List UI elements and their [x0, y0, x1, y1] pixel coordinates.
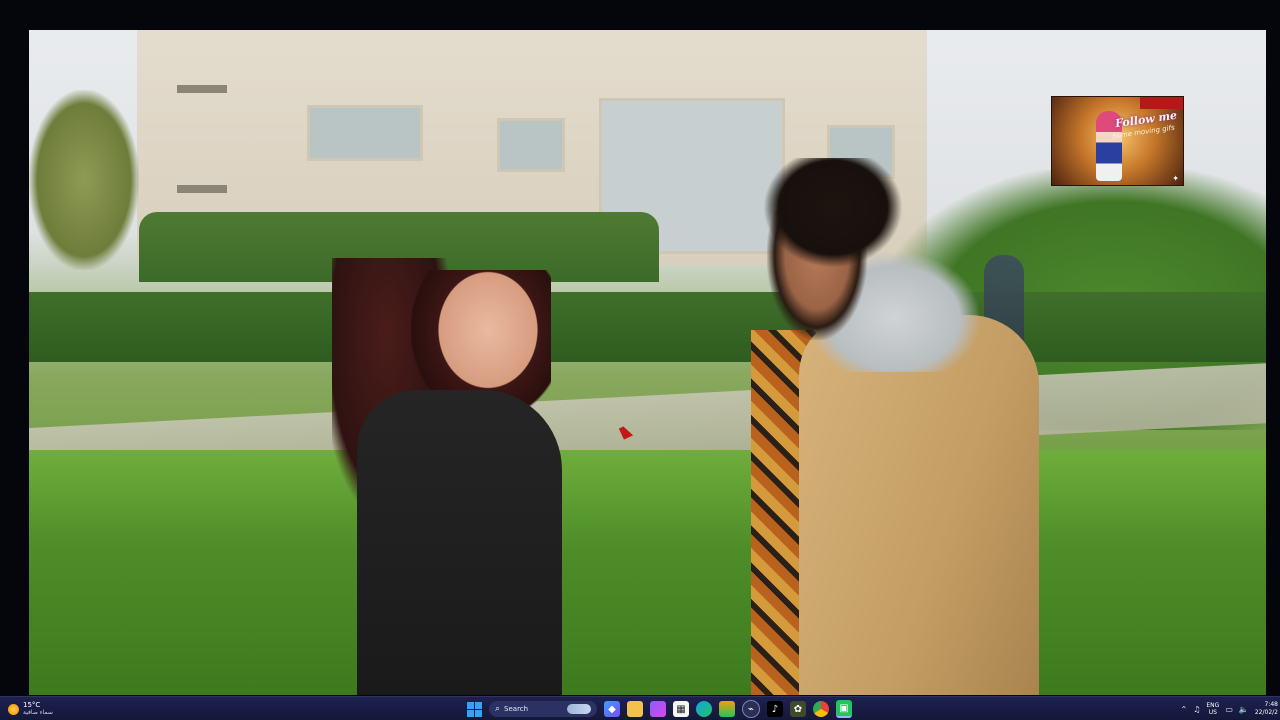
weather-condition: سماء صافية [23, 709, 53, 716]
layers-icon[interactable] [719, 701, 735, 717]
microphone-icon[interactable]: ♫ [1193, 705, 1200, 714]
purple-app-icon[interactable] [650, 701, 666, 717]
man-tan-jacket [799, 315, 1039, 695]
clock-date: 22/02/2 [1254, 709, 1278, 716]
language-indicator[interactable]: ENG US [1206, 702, 1219, 716]
chrome-icon[interactable] [813, 701, 829, 717]
search-highlight-icon [567, 704, 591, 714]
windows-logo-icon [466, 701, 482, 717]
taskbar: 15°C سماء صافية ⌕ Search ◆ ▦ ⌁ ♪ ✿ ▣ ⌃ ♫… [0, 696, 1280, 720]
search-box[interactable]: ⌕ Search [489, 701, 597, 717]
start-button[interactable] [466, 701, 482, 717]
clock-time: 7:48 [1264, 701, 1278, 708]
man-hair [763, 158, 903, 268]
network-icon[interactable]: ▭ [1225, 705, 1233, 714]
overlay-red-cap [1140, 97, 1183, 109]
tiktok-icon[interactable]: ♪ [767, 701, 783, 717]
edge-icon[interactable] [696, 701, 712, 717]
folder-icon[interactable] [627, 701, 643, 717]
tree-left [29, 90, 139, 270]
language-code: ENG [1206, 702, 1220, 709]
weather-temperature: 15°C [23, 701, 41, 709]
green-app-icon[interactable]: ✿ [790, 701, 806, 717]
chevron-up-icon[interactable]: ⌃ [1181, 705, 1188, 714]
taskbar-center: ⌕ Search ◆ ▦ ⌁ ♪ ✿ ▣ [466, 699, 852, 719]
grass-foreground [29, 450, 1266, 695]
sparkle-icon: ✦ [1172, 174, 1179, 183]
clock[interactable]: 7:48 22/02/2 [1255, 701, 1278, 717]
sun-icon [8, 703, 19, 715]
hedge-mid [29, 292, 1266, 362]
search-label: Search [504, 705, 529, 713]
active-app-icon[interactable]: ▣ [836, 700, 852, 718]
woman-black-jacket [357, 390, 562, 695]
language-region: US [1208, 709, 1217, 716]
copilot-icon[interactable]: ◆ [604, 701, 620, 717]
follow-me-overlay[interactable]: Follow me Some moving gifs ✦ [1051, 96, 1184, 186]
weather-widget[interactable]: 15°C سماء صافية [8, 699, 53, 719]
search-icon: ⌕ [495, 704, 501, 714]
calendar-icon[interactable]: ▦ [673, 701, 689, 717]
shield-icon[interactable]: ⌁ [742, 700, 760, 718]
volume-icon[interactable]: 🔈 [1239, 705, 1249, 714]
system-tray: ⌃ ♫ ENG US ▭ 🔈 7:48 22/02/2 [1181, 699, 1280, 719]
